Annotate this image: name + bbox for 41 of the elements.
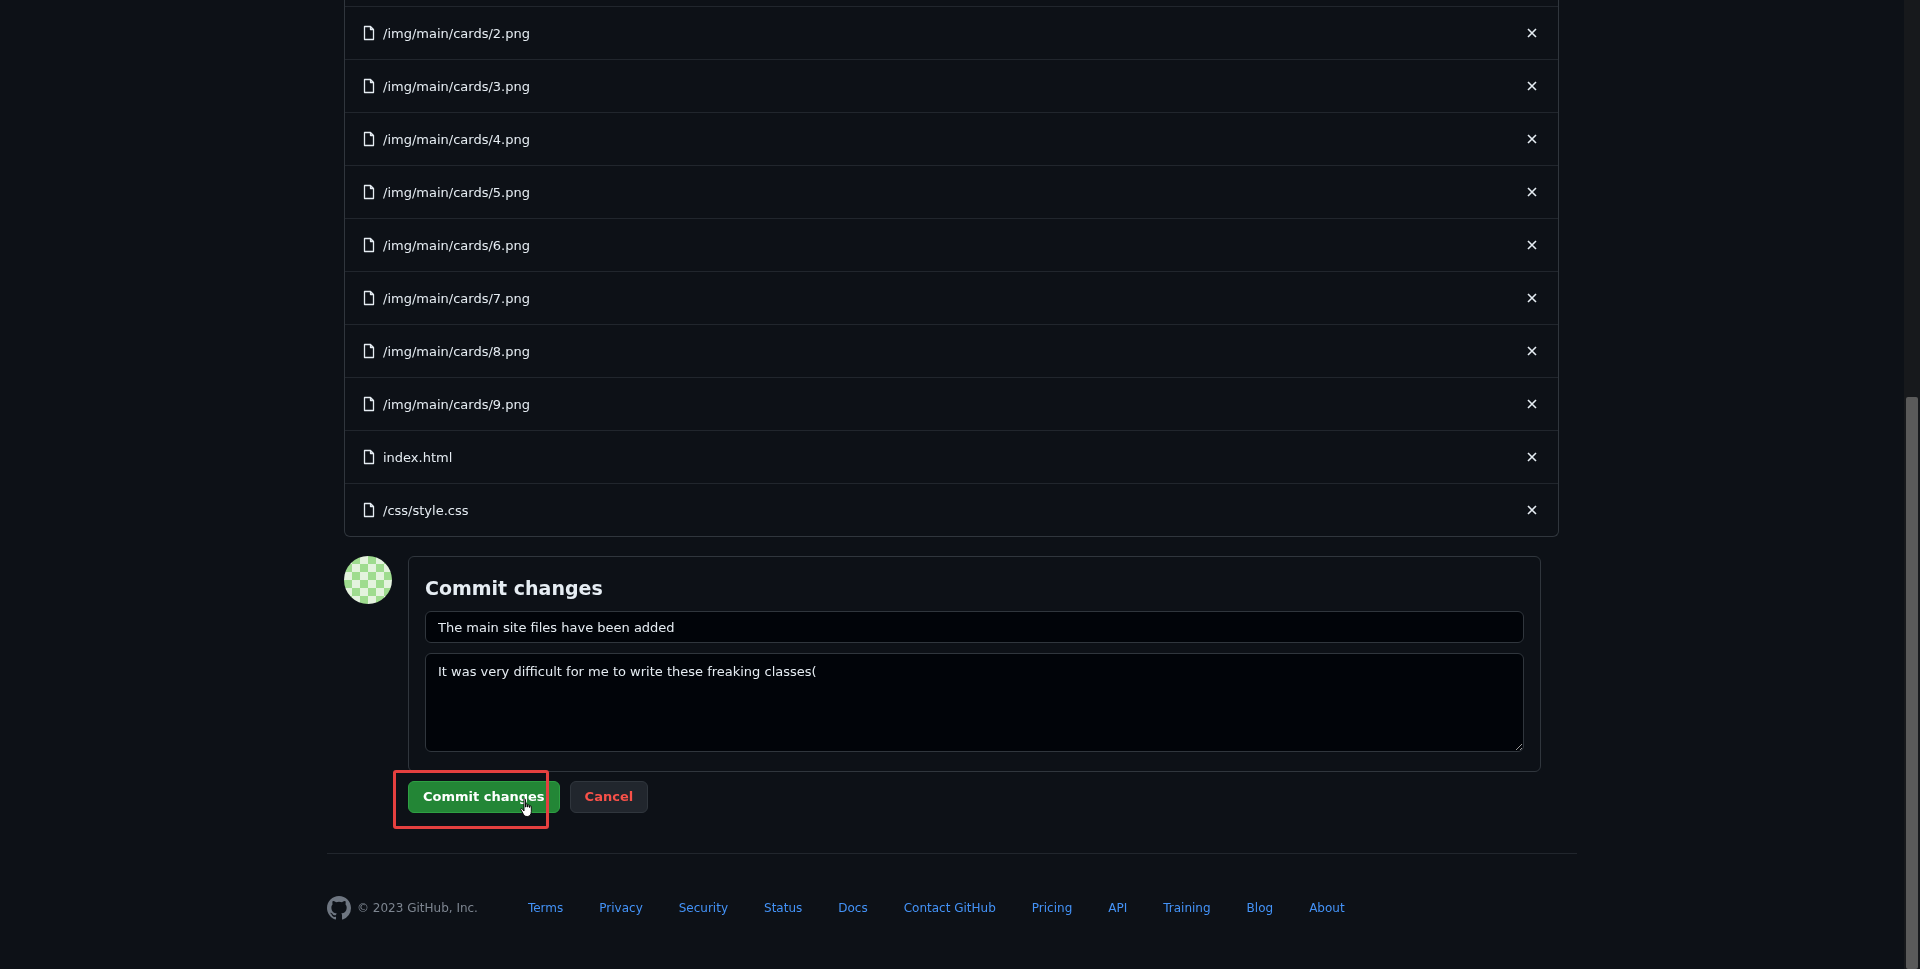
avatar xyxy=(344,556,392,604)
cancel-button[interactable]: Cancel xyxy=(569,780,649,813)
scrollbar-thumb[interactable] xyxy=(1906,397,1918,969)
file-icon xyxy=(361,237,377,253)
file-path: /img/main/cards/3.png xyxy=(383,78,531,94)
footer-link[interactable]: Privacy xyxy=(599,901,643,915)
file-path: /css/style.css xyxy=(383,502,470,518)
footer-link[interactable]: About xyxy=(1309,901,1345,915)
file-icon xyxy=(361,449,377,465)
file-icon xyxy=(361,396,377,412)
file-icon xyxy=(361,184,377,200)
octocat-logo-icon[interactable] xyxy=(327,896,351,920)
file-icon xyxy=(361,25,377,41)
file-icon xyxy=(361,78,377,94)
file-path: /img/main/cards/7.png xyxy=(383,290,531,306)
file-path: /img/main/cards/9.png xyxy=(383,396,531,412)
footer-link[interactable]: Pricing xyxy=(1031,901,1073,915)
file-icon xyxy=(361,290,377,306)
footer-link[interactable]: Docs xyxy=(838,901,868,915)
description-field[interactable]: It was very difficult for me to write these freaking classes( xyxy=(425,653,1524,752)
copyright-text: © 2023 GitHub, Inc. xyxy=(357,901,478,915)
summary-field[interactable]: The main site files have been added xyxy=(425,611,1524,643)
footer-link[interactable]: Status xyxy=(764,901,803,915)
file-icon xyxy=(361,343,377,359)
file-path: /img/main/cards/6.png xyxy=(383,237,531,253)
file-icon xyxy=(361,131,377,147)
file-icon xyxy=(361,502,377,518)
file-path: index.html xyxy=(383,449,454,465)
footer-link[interactable]: Security xyxy=(678,901,728,915)
commit-button[interactable]: Commit changes xyxy=(408,780,560,813)
footer-link[interactable]: Terms xyxy=(527,901,564,915)
footer-link[interactable]: Training xyxy=(1163,901,1211,915)
panel-title: Commit changes xyxy=(425,577,603,601)
file-path: /img/main/cards/5.png xyxy=(383,184,531,200)
scrollbar[interactable] xyxy=(1904,0,1920,969)
file-path: /img/main/cards/2.png xyxy=(383,25,531,41)
footer-link[interactable]: Blog xyxy=(1246,901,1274,915)
file-path: /img/main/cards/8.png xyxy=(383,343,531,359)
file-path: /img/main/cards/4.png xyxy=(383,131,531,147)
footer-link[interactable]: API xyxy=(1108,901,1128,915)
footer-link[interactable]: Contact GitHub xyxy=(903,901,996,915)
